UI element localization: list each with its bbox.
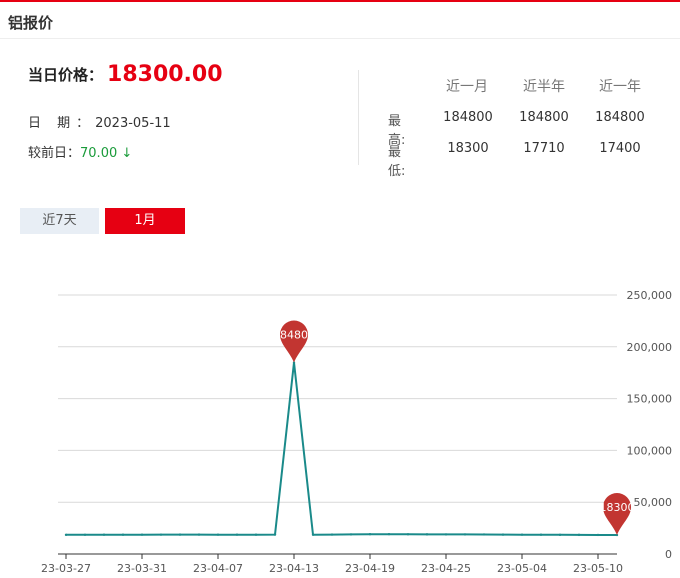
value-pin: 184800 bbox=[273, 320, 315, 363]
data-point bbox=[64, 533, 68, 537]
price-series-line bbox=[66, 361, 617, 536]
x-tick-label: 23-04-25 bbox=[421, 562, 471, 575]
data-point bbox=[197, 533, 201, 536]
date-row: 日 期：2023-05-11 bbox=[28, 112, 171, 131]
tab-1-month[interactable]: 1月 bbox=[105, 208, 185, 234]
vertical-divider bbox=[358, 70, 359, 165]
price-label: 当日价格： bbox=[28, 66, 104, 84]
page-header: 铝报价 bbox=[0, 2, 680, 39]
tab-7-days[interactable]: 近7天 bbox=[20, 208, 99, 234]
diff-label: 较前日： bbox=[28, 146, 81, 161]
y-tick-label: 150,000 bbox=[627, 393, 673, 406]
x-tick-label: 23-03-31 bbox=[117, 562, 167, 575]
data-point bbox=[216, 533, 220, 536]
data-point bbox=[349, 533, 353, 536]
stats-low-halfyear: 17710 bbox=[523, 141, 565, 156]
data-point bbox=[463, 533, 467, 536]
diff-row: 较前日：70.00 ↓ bbox=[28, 142, 132, 161]
value-pin: 18300 bbox=[600, 493, 635, 536]
stats-header-halfyear: 近半年 bbox=[523, 79, 565, 95]
x-tick-label: 23-03-27 bbox=[41, 562, 91, 575]
y-tick-label: 250,000 bbox=[627, 289, 673, 302]
x-tick-label: 23-05-10 bbox=[573, 562, 623, 575]
x-tick-label: 23-04-07 bbox=[193, 562, 243, 575]
x-tick-label: 23-04-19 bbox=[345, 562, 395, 575]
stats-low-month: 18300 bbox=[447, 141, 489, 156]
x-tick-label: 23-04-13 bbox=[269, 562, 319, 575]
diff-value: 70.00 bbox=[80, 146, 118, 161]
data-point bbox=[596, 533, 600, 537]
data-point bbox=[444, 533, 448, 536]
price-line-chart: 0 50,000 100,000 150,000 200,000 250,000 23-03… bbox=[41, 289, 673, 575]
data-point bbox=[539, 533, 543, 536]
stats-low-year: 17400 bbox=[599, 141, 641, 156]
price-value: 18300.00 bbox=[107, 62, 223, 87]
y-tick-label: 50,000 bbox=[634, 496, 673, 509]
stats-header-year: 近一年 bbox=[599, 79, 641, 95]
stats-high-halfyear: 184800 bbox=[519, 110, 569, 125]
data-point bbox=[330, 533, 334, 536]
data-point bbox=[387, 532, 391, 536]
stats-header-month: 近一月 bbox=[446, 79, 488, 95]
data-point bbox=[311, 533, 315, 536]
data-point bbox=[254, 533, 258, 536]
data-point bbox=[558, 533, 562, 537]
value-pin-label: 18300 bbox=[600, 501, 635, 514]
value-pin-shape bbox=[280, 320, 308, 363]
data-point bbox=[520, 533, 524, 536]
y-tick-label: 200,000 bbox=[627, 341, 673, 354]
data-point bbox=[121, 533, 125, 536]
down-arrow-icon: ↓ bbox=[121, 146, 133, 161]
price-row: 当日价格： 18300.00 bbox=[28, 62, 223, 87]
stats-row-low-label: 最低: bbox=[388, 145, 406, 179]
data-point bbox=[140, 533, 144, 536]
data-point bbox=[425, 533, 429, 536]
x-tick-label: 23-05-04 bbox=[497, 562, 547, 575]
data-point bbox=[178, 533, 182, 536]
data-point bbox=[273, 533, 277, 536]
date-label: 日 期： bbox=[28, 116, 96, 131]
data-point bbox=[159, 533, 163, 536]
stats-high-year: 184800 bbox=[595, 110, 645, 125]
data-point bbox=[235, 533, 239, 536]
data-point bbox=[482, 533, 486, 536]
data-point bbox=[83, 533, 87, 536]
value-pin-shape bbox=[603, 493, 631, 536]
data-point bbox=[501, 533, 505, 536]
y-tick-label: 0 bbox=[665, 548, 672, 561]
stats-high-month: 184800 bbox=[443, 110, 493, 125]
data-point bbox=[368, 533, 372, 536]
data-point bbox=[577, 533, 581, 537]
date-value: 2023-05-11 bbox=[95, 116, 171, 131]
page-title: 铝报价 bbox=[8, 14, 54, 32]
data-point bbox=[406, 533, 410, 536]
y-tick-label: 100,000 bbox=[627, 444, 673, 457]
data-point bbox=[102, 533, 106, 536]
value-pin-label: 184800 bbox=[273, 329, 315, 342]
